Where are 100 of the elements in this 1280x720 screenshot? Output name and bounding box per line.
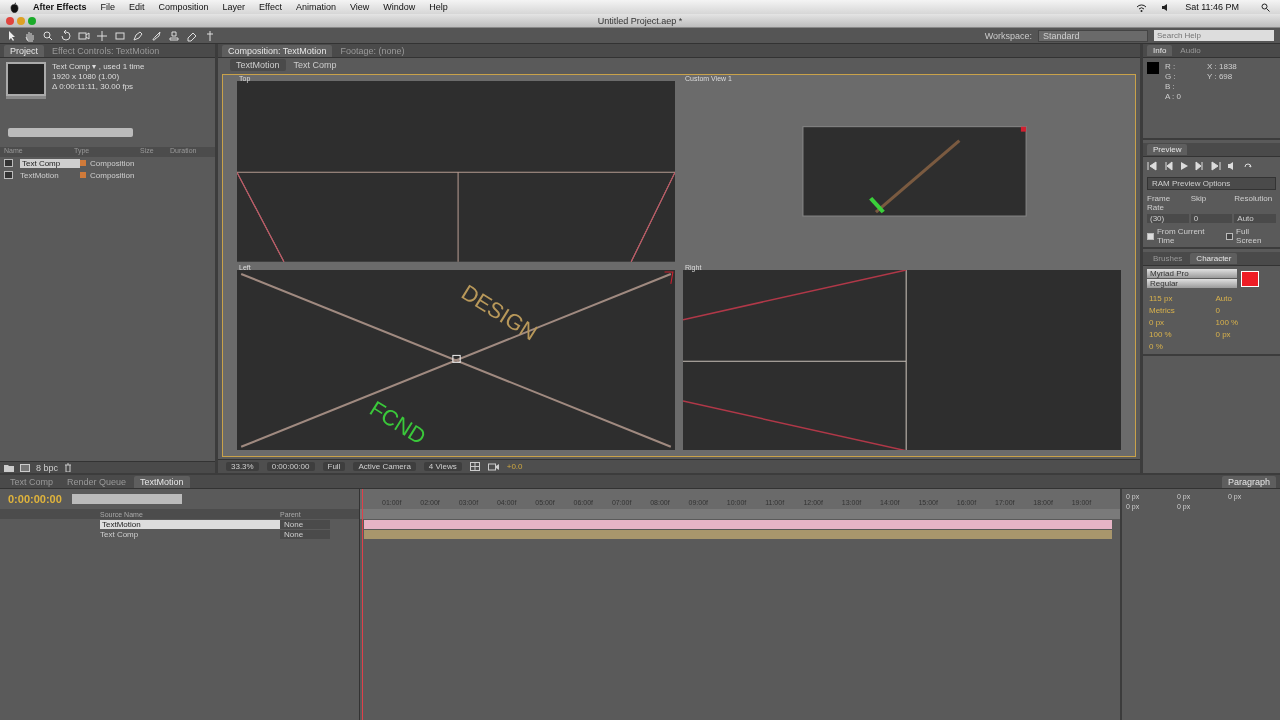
menu-item[interactable]: Layer xyxy=(222,2,246,12)
value-dropdown[interactable]: Auto xyxy=(1234,214,1276,223)
hand-icon[interactable] xyxy=(24,29,36,42)
parent-dropdown[interactable]: None xyxy=(280,519,330,529)
menu-item[interactable]: View xyxy=(350,2,370,12)
timecode-display[interactable]: 0:00:00:00 xyxy=(8,493,62,506)
composition-thumbnail xyxy=(6,62,46,96)
workspace-dropdown[interactable]: Standard xyxy=(1038,29,1148,42)
panel-tab[interactable]: Composition: TextMotion xyxy=(222,44,333,57)
character-value[interactable]: 100 % xyxy=(1215,318,1274,327)
character-value[interactable]: Metrics xyxy=(1149,306,1208,315)
character-value[interactable]: 100 % xyxy=(1149,330,1208,339)
character-value[interactable]: 0 xyxy=(1215,306,1274,315)
panel-tab[interactable]: Paragraph xyxy=(1221,475,1276,488)
style-dropdown[interactable]: Regular xyxy=(1147,279,1237,288)
search-field[interactable] xyxy=(8,128,133,137)
resolution-dropdown[interactable]: Full xyxy=(322,462,346,472)
panel-tab[interactable]: Brushes xyxy=(1147,253,1189,264)
panel-tab[interactable]: Character xyxy=(1190,253,1238,264)
panel-tab[interactable]: Effect Controls: TextMotion xyxy=(46,44,166,57)
info-readout: G : xyxy=(1165,72,1177,81)
pointer-icon[interactable] xyxy=(6,29,18,42)
panel-tab[interactable]: Text Comp xyxy=(4,475,59,488)
menu-item[interactable]: Help xyxy=(429,2,448,12)
info-readout: A : 0 xyxy=(1165,92,1181,101)
field-label: Frame Rate xyxy=(1147,194,1172,212)
coordinate-readout: X : 1838 xyxy=(1207,62,1237,71)
checkbox-label: From Current Time xyxy=(1156,227,1206,245)
panel-tab[interactable]: Audio xyxy=(1174,45,1207,56)
rotate-icon[interactable] xyxy=(60,29,72,42)
layer-name[interactable]: Text Comp xyxy=(100,529,280,539)
character-value[interactable]: 115 px xyxy=(1149,294,1208,303)
menu-item[interactable]: Animation xyxy=(295,2,336,12)
close-button[interactable] xyxy=(6,17,14,25)
character-value[interactable]: 0 px xyxy=(1215,330,1274,339)
exposure-value[interactable]: +0.0 xyxy=(506,462,523,472)
rectangle-icon[interactable] xyxy=(114,29,126,42)
layer-bar[interactable] xyxy=(364,520,1112,530)
parent-dropdown[interactable]: None xyxy=(280,529,330,539)
play-icon[interactable] xyxy=(1179,161,1189,171)
composition-icon[interactable] xyxy=(20,463,30,472)
camera-icon[interactable] xyxy=(487,462,499,472)
search-icon[interactable] xyxy=(1261,2,1270,12)
color-swatch xyxy=(1147,62,1159,74)
window-title: Untitled Project.aep * xyxy=(597,15,683,26)
magnification-dropdown[interactable]: 33.3% xyxy=(226,462,259,472)
value-dropdown[interactable]: 0 xyxy=(1190,214,1233,223)
checkbox-label: Full Screen xyxy=(1236,227,1263,245)
next-frame-icon[interactable] xyxy=(1195,161,1205,171)
first-frame-icon[interactable] xyxy=(1147,161,1157,171)
camera-icon[interactable] xyxy=(78,29,90,42)
camera-dropdown[interactable]: Active Camera xyxy=(353,462,416,472)
brush-icon[interactable] xyxy=(150,29,162,42)
panel-tab[interactable]: Project xyxy=(4,44,44,57)
previous-frame-icon[interactable] xyxy=(1163,161,1173,171)
menu-item[interactable]: Effect xyxy=(259,2,282,12)
item-info: Δ 0:00:11:11, 30.00 fps xyxy=(52,82,135,91)
view-layout-dropdown[interactable]: 4 Views xyxy=(423,462,462,472)
magnifier-icon[interactable] xyxy=(42,29,54,42)
bit-depth[interactable]: 8 bpc xyxy=(36,462,59,473)
folder-icon[interactable] xyxy=(4,463,14,472)
menu-item[interactable]: File xyxy=(100,2,116,12)
item-type: Composition xyxy=(90,158,136,168)
font-dropdown[interactable]: Myriad Pro xyxy=(1147,269,1237,278)
item-info: 1920 x 1080 (1.00) xyxy=(52,72,121,81)
pen-icon[interactable] xyxy=(132,29,144,42)
pin-icon[interactable] xyxy=(204,29,216,42)
panel-tab[interactable]: Info xyxy=(1147,45,1173,56)
checkbox[interactable] xyxy=(1226,232,1234,240)
move-icon[interactable] xyxy=(96,29,108,42)
field-label: Skip xyxy=(1190,194,1208,205)
character-value[interactable]: Auto xyxy=(1215,294,1274,303)
menu-item[interactable]: Window xyxy=(383,2,416,12)
search-field[interactable] xyxy=(71,494,182,505)
options-dropdown[interactable]: RAM Preview Options xyxy=(1147,177,1276,190)
stamp-icon[interactable] xyxy=(168,29,180,42)
breadcrumb[interactable]: TextMotion xyxy=(230,59,286,71)
value-dropdown[interactable]: (30) xyxy=(1147,214,1189,223)
search-field[interactable]: Search Help xyxy=(1154,30,1274,41)
panel-tab[interactable]: Preview xyxy=(1147,144,1188,155)
timecode-field[interactable]: 0:00:00:00 xyxy=(266,462,315,472)
character-value[interactable]: 0 px xyxy=(1149,318,1208,327)
layer-name[interactable]: TextMotion xyxy=(100,519,280,529)
app-menu[interactable]: After Effects xyxy=(33,2,87,12)
panel-tab[interactable]: TextMotion xyxy=(134,475,190,488)
grid-icon[interactable] xyxy=(469,462,480,472)
menu-item[interactable]: Edit xyxy=(129,2,145,12)
project-item[interactable]: TextMotion xyxy=(20,170,80,180)
breadcrumb[interactable]: Text Comp xyxy=(293,60,337,70)
trash-icon[interactable] xyxy=(64,463,73,473)
last-frame-icon[interactable] xyxy=(1211,161,1221,171)
project-item[interactable]: Text Comp xyxy=(20,158,80,168)
wifi-icon xyxy=(1136,2,1148,12)
fill-color-swatch[interactable] xyxy=(1241,270,1259,287)
checkbox[interactable] xyxy=(1147,232,1154,240)
character-value[interactable]: 0 % xyxy=(1149,342,1208,351)
menu-item[interactable]: Composition xyxy=(158,2,209,12)
coordinate-readout: Y : 698 xyxy=(1207,72,1234,81)
panel-tab[interactable]: Footage: (none) xyxy=(334,44,411,57)
panel-tab[interactable]: Render Queue xyxy=(61,475,133,488)
